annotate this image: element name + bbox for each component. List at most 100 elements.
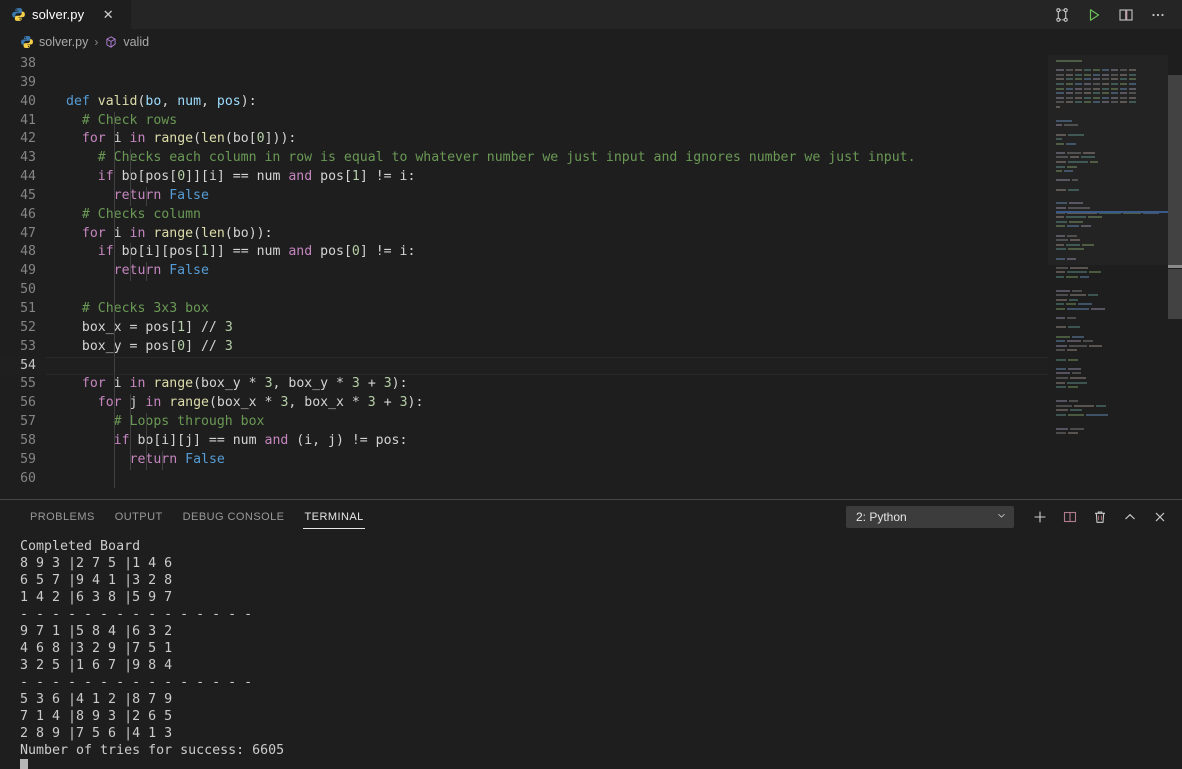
minimap-row (1056, 312, 1168, 316)
line-number: 60 (20, 470, 36, 486)
code-line-content: return False (46, 450, 1182, 470)
editor-tab-solver-py[interactable]: solver.py ✕ (0, 0, 132, 29)
code-line-content: if bo[i][j] == num and (i, j) != pos: (46, 431, 1182, 451)
code-line[interactable]: 47 for i in range(len(bo)): (0, 224, 1182, 244)
panel-tab-problems[interactable]: PROBLEMS (20, 500, 105, 534)
minimap-row (1056, 284, 1168, 288)
scrollbar-thumb[interactable] (1168, 75, 1182, 265)
code-token: bo[i][j] == num (129, 432, 265, 448)
minimap-segment (1080, 275, 1089, 278)
run-python-file-icon[interactable] (1078, 0, 1110, 29)
new-terminal-icon[interactable] (1026, 503, 1054, 531)
code-token: bo[pos[ (113, 169, 178, 185)
code-line[interactable]: 38 (0, 55, 1182, 74)
code-line-content: for i in range(len(bo)): (46, 224, 1182, 244)
minimap-row (1056, 362, 1168, 366)
code-line[interactable]: 51 # Checks 3x3 box (0, 299, 1182, 319)
code-token: ): (240, 93, 257, 109)
indent-guide (114, 149, 115, 169)
code-text-area[interactable]: 38 39 40 def valid(bo, num, pos): 41 # Check… (0, 55, 1182, 499)
code-token: bo[i][pos[ (113, 244, 201, 260)
vscode-window: solver.py ✕ solver.py › valid 38 39 40 d… (0, 0, 1182, 769)
scrollbar-thumb-lower[interactable] (1168, 269, 1182, 319)
close-panel-icon[interactable] (1146, 503, 1174, 531)
code-line[interactable]: 53 box_y = pos[0] // 3 (0, 337, 1182, 357)
terminal-board-row: - - - - - - - - - - - - - - - (20, 675, 253, 690)
panel-tab-terminal[interactable]: TERMINAL (294, 500, 373, 534)
minimap-row (1056, 390, 1168, 394)
minimap-row (1056, 422, 1168, 426)
code-line[interactable]: 54 (0, 356, 1182, 376)
code-line[interactable]: 49 return False (0, 262, 1182, 282)
more-actions-icon[interactable] (1142, 0, 1174, 29)
indent-guide (114, 111, 115, 131)
kill-terminal-icon[interactable] (1086, 503, 1114, 531)
line-number: 47 (20, 225, 36, 241)
code-line-content: # Checks 3x3 box (46, 299, 1182, 319)
code-line[interactable]: 58 if bo[i][j] == num and (i, j) != pos: (0, 431, 1182, 451)
minimap-row (1056, 302, 1168, 306)
line-number: 38 (20, 56, 36, 71)
code-line[interactable]: 41 # Check rows (0, 111, 1182, 131)
code-line[interactable]: 42 for i in range(len(bo[0])): (0, 130, 1182, 150)
indent-guide (114, 431, 115, 451)
code-token: 3 (351, 376, 360, 392)
editor-vertical-scrollbar[interactable] (1168, 55, 1182, 499)
source-control-icon[interactable] (1046, 0, 1078, 29)
breadcrumb-symbol-label: valid (123, 35, 150, 49)
minimap-row (1056, 298, 1168, 302)
minimap-row (1056, 270, 1168, 274)
minimap[interactable] (1048, 55, 1168, 499)
code-token: 3 (224, 338, 233, 354)
split-editor-icon[interactable] (1110, 0, 1142, 29)
code-line[interactable]: 59 return False (0, 450, 1182, 470)
code-line[interactable]: 39 (0, 74, 1182, 93)
code-line[interactable]: 60 (0, 469, 1182, 489)
terminal-output[interactable]: Completed Board 8 9 3 |2 7 5 |1 4 6 6 5 7 … (0, 534, 1182, 769)
terminal-tries-line: Number of tries for success: 6605 (20, 743, 285, 758)
code-line[interactable]: 50 (0, 281, 1182, 300)
indent-guide (114, 394, 115, 414)
code-token: num (177, 93, 202, 109)
minimap-slider[interactable] (1048, 55, 1168, 265)
maximize-panel-icon[interactable] (1116, 503, 1144, 531)
minimap-row (1056, 385, 1168, 389)
terminal-selector-dropdown[interactable]: 2: Python (846, 506, 1014, 528)
code-line[interactable]: 40 def valid(bo, num, pos): (0, 93, 1182, 112)
code-editor[interactable]: 38 39 40 def valid(bo, num, pos): 41 # Check… (0, 55, 1182, 499)
code-token: ] != i: (359, 169, 416, 185)
indent-guide (130, 431, 131, 451)
code-token: + (375, 395, 400, 411)
panel-tab-output[interactable]: OUTPUT (105, 500, 173, 534)
code-line[interactable]: 48 if bo[i][pos[1]] == num and pos[0] !=… (0, 243, 1182, 263)
indent-guide (130, 243, 131, 263)
minimap-segment (1070, 266, 1088, 269)
split-terminal-icon[interactable] (1056, 503, 1084, 531)
code-line[interactable]: 45 return False (0, 186, 1182, 206)
indent-guide (114, 205, 115, 225)
minimap-row (1056, 436, 1168, 440)
close-icon[interactable]: ✕ (100, 7, 116, 23)
line-number: 50 (20, 282, 36, 298)
minimap-segment (1072, 335, 1084, 338)
code-line[interactable]: 52 box_x = pos[1] // 3 (0, 318, 1182, 338)
code-line[interactable]: 44 if bo[pos[0]][i] == num and pos[1] !=… (0, 168, 1182, 187)
code-line[interactable]: 55 for i in range(box_y * 3, box_y * 3 +… (0, 375, 1182, 395)
code-line[interactable]: 46 # Checks column (0, 205, 1182, 225)
code-line[interactable]: 43 # Checks each column in row is equal … (0, 149, 1182, 169)
breadcrumb-file[interactable]: solver.py (20, 35, 88, 49)
scrollbar-overview-mark (1168, 265, 1182, 268)
code-line-content: box_y = pos[0] // 3 (46, 337, 1182, 357)
panel-tab-debug-console[interactable]: DEBUG CONSOLE (173, 500, 295, 534)
code-token: in (129, 225, 146, 241)
minimap-segment (1068, 367, 1081, 370)
terminal-prompt-line[interactable] (20, 759, 1182, 769)
breadcrumb-symbol[interactable]: valid (104, 35, 149, 49)
code-token: j (121, 395, 146, 411)
code-line[interactable]: 56 for j in range(box_x * 3, box_x * 3 +… (0, 394, 1182, 414)
minimap-segment (1089, 344, 1102, 347)
indent-guide (114, 262, 115, 282)
code-line[interactable]: 57 # Loops through box (0, 413, 1182, 432)
